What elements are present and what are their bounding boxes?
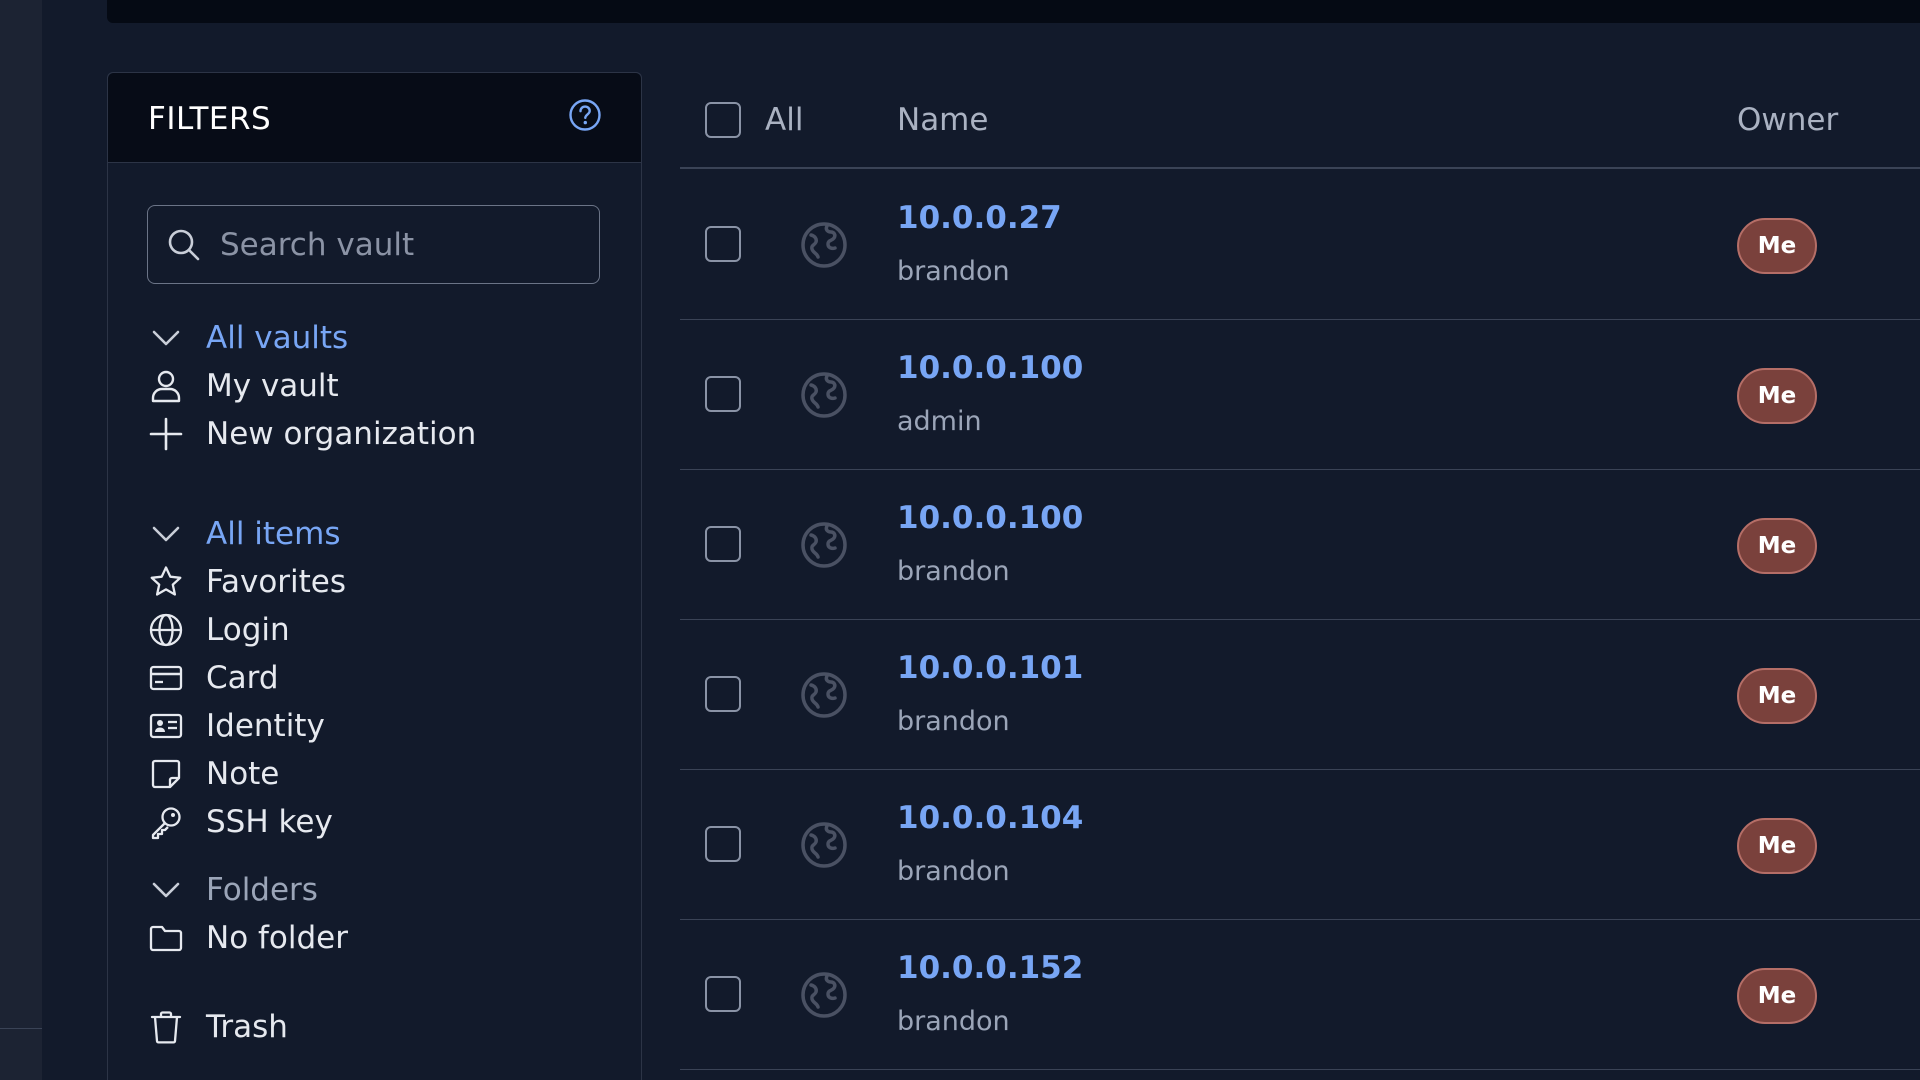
item-username: brandon — [897, 256, 1010, 287]
item-username: brandon — [897, 1006, 1010, 1037]
row-checkbox[interactable] — [705, 826, 741, 862]
owner-badge: Me — [1737, 668, 1817, 724]
table-row[interactable]: 10.0.0.104 brandon Me — [680, 770, 1920, 920]
all-items-label[interactable]: All items — [206, 516, 340, 552]
vault-item-my-vault[interactable]: My vault — [148, 364, 339, 408]
rail-divider — [0, 1028, 42, 1029]
vault-item-label[interactable]: New organization — [206, 416, 476, 452]
type-item-label[interactable]: Identity — [206, 708, 325, 744]
header-owner[interactable]: Owner — [1737, 102, 1838, 138]
table-header: All Name Owner — [680, 72, 1920, 169]
item-name-link[interactable]: 10.0.0.100 — [897, 350, 1083, 386]
type-item-favorites[interactable]: Favorites — [148, 560, 346, 604]
vault-items-table: All Name Owner 10.0.0.27 brandon Me 10.0… — [680, 72, 1920, 1080]
search-field[interactable] — [147, 205, 600, 284]
item-name-link[interactable]: 10.0.0.152 — [897, 950, 1083, 986]
chevron-down-icon[interactable] — [148, 516, 184, 552]
row-checkbox[interactable] — [705, 676, 741, 712]
table-row[interactable]: 10.0.0.100 admin Me — [680, 320, 1920, 470]
type-item-card[interactable]: Card — [148, 656, 279, 700]
table-row[interactable]: 10.0.0.152 brandon Me — [680, 920, 1920, 1070]
user-icon — [151, 370, 181, 403]
item-name-link[interactable]: 10.0.0.27 — [897, 200, 1062, 236]
globe-icon — [801, 972, 847, 1018]
globe-icon — [801, 372, 847, 418]
item-name-link[interactable]: 10.0.0.104 — [897, 800, 1083, 836]
item-username: brandon — [897, 856, 1010, 887]
plus-icon — [149, 417, 183, 451]
header-all[interactable]: All — [765, 102, 803, 138]
globe-icon — [801, 522, 847, 568]
header-name[interactable]: Name — [897, 102, 988, 138]
globe-icon — [801, 672, 847, 718]
all-vaults-label[interactable]: All vaults — [206, 320, 348, 356]
chevron-down-icon[interactable] — [148, 872, 184, 908]
type-item-label[interactable]: Login — [206, 612, 290, 648]
owner-badge: Me — [1737, 968, 1817, 1024]
owner-badge: Me — [1737, 368, 1817, 424]
type-item-login[interactable]: Login — [148, 608, 290, 652]
item-username: brandon — [897, 556, 1010, 587]
note-icon — [151, 759, 181, 789]
owner-badge: Me — [1737, 218, 1817, 274]
vault-item-label[interactable]: My vault — [206, 368, 339, 404]
trash-icon — [150, 1011, 182, 1044]
trash-item[interactable]: Trash — [148, 1005, 288, 1049]
globe-icon — [801, 222, 847, 268]
type-item-note[interactable]: Note — [148, 752, 279, 796]
owner-badge: Me — [1737, 818, 1817, 874]
app-side-rail — [0, 0, 42, 1080]
globe-icon — [149, 613, 183, 647]
select-all-checkbox[interactable] — [705, 102, 741, 138]
search-icon — [168, 229, 200, 261]
folder-item-label[interactable]: No folder — [206, 920, 348, 956]
all-items-toggle[interactable]: All items — [148, 512, 340, 556]
filters-title: FILTERS — [148, 101, 272, 137]
type-item-label[interactable]: Note — [206, 756, 279, 792]
type-item-label[interactable]: Favorites — [206, 564, 346, 600]
all-vaults-toggle[interactable]: All vaults — [148, 316, 348, 360]
owner-badge: Me — [1737, 518, 1817, 574]
table-row[interactable]: 10.0.0.27 brandon Me — [680, 170, 1920, 320]
item-name-link[interactable]: 10.0.0.100 — [897, 500, 1083, 536]
folder-icon — [149, 925, 183, 952]
trash-label[interactable]: Trash — [206, 1009, 288, 1045]
search-input[interactable] — [220, 224, 580, 266]
type-item-label[interactable]: SSH key — [206, 804, 333, 840]
key-icon — [151, 807, 181, 840]
chevron-down-icon[interactable] — [148, 320, 184, 356]
globe-icon — [801, 822, 847, 868]
row-checkbox[interactable] — [705, 976, 741, 1012]
item-username: brandon — [897, 706, 1010, 737]
question-circle-icon[interactable] — [568, 98, 602, 132]
filters-panel: FILTERS All vaults My vault New organiza… — [107, 72, 642, 1080]
table-row[interactable]: 10.0.0.100 brandon Me — [680, 470, 1920, 620]
star-icon — [150, 566, 182, 596]
row-checkbox[interactable] — [705, 226, 741, 262]
item-username: admin — [897, 406, 982, 437]
folders-toggle[interactable]: Folders — [148, 868, 318, 912]
type-item-identity[interactable]: Identity — [148, 704, 325, 748]
folder-item-no-folder[interactable]: No folder — [148, 916, 348, 960]
row-checkbox[interactable] — [705, 376, 741, 412]
type-item-ssh-key[interactable]: SSH key — [148, 800, 333, 844]
vault-item-new-organization[interactable]: New organization — [148, 412, 476, 456]
item-name-link[interactable]: 10.0.0.101 — [897, 650, 1083, 686]
type-item-label[interactable]: Card — [206, 660, 279, 696]
table-row[interactable]: 10.0.0.101 brandon Me — [680, 620, 1920, 770]
credit-card-icon — [149, 665, 183, 691]
id-card-icon — [149, 713, 183, 739]
filters-header: FILTERS — [108, 73, 641, 163]
top-bar — [107, 0, 1920, 23]
folders-label[interactable]: Folders — [206, 872, 318, 908]
row-checkbox[interactable] — [705, 526, 741, 562]
